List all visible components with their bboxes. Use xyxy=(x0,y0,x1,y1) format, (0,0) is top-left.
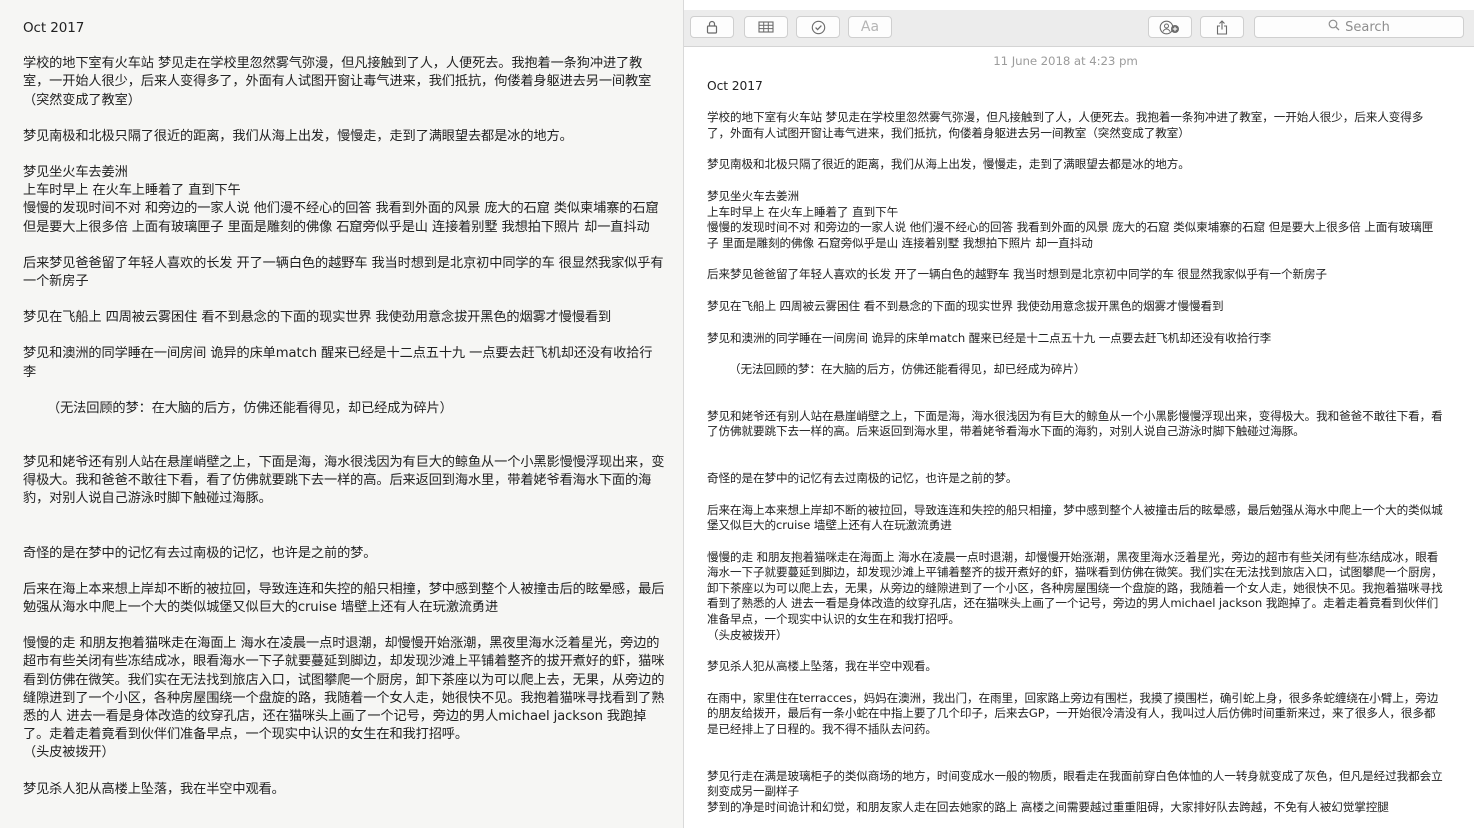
search-icon xyxy=(1328,19,1340,35)
note-editor-pane[interactable]: Oct 2017 学校的地下室有火车站 梦见走在学校里忽然雾气弥漫，但凡接触到了… xyxy=(0,0,683,828)
note-view-pane: Aa Search 11 June 2018 at 4:23 pm Oct 20… xyxy=(684,0,1474,828)
note-paragraph: 后来在海上本来想上岸却不断的被拉回，导致连连和失控的船只相撞，梦中感到整个人被撞… xyxy=(23,581,665,616)
search-input[interactable]: Search xyxy=(1254,16,1464,38)
note-paragraph: 学校的地下室有火车站 梦见走在学校里忽然雾气弥漫，但凡接触到了人，人便死去。我抱… xyxy=(707,110,1424,140)
note-paragraph: 梦见行走在满是玻璃柜子的类似商场的地方，时间变成水一般的物质，眼看走在我面前穿白… xyxy=(707,768,1443,814)
note-paragraph: 梦见和姥爷还有别人站在悬崖峭壁之上，下面是海，海水很浅因为有巨大的鲸鱼从一个小黑… xyxy=(707,408,1443,439)
lock-icon xyxy=(706,20,718,34)
note-paragraph: 梦见杀人犯从高楼上坠落，我在半空中观看。 xyxy=(707,659,937,674)
note-paragraph: 梦见在飞船上 四周被云雾困住 看不到悬念的下面的现实世界 我使劲用意念拔开黑色的… xyxy=(23,310,612,326)
note-paragraph: 奇怪的是在梦中的记忆有去过南极的记忆，也许是之前的梦。 xyxy=(23,545,377,561)
note-paragraph: 梦见坐火车去姜洲 上车时早上 在火车上睡着了 直到下午 慢慢的发现时间不对 和旁… xyxy=(707,188,1434,250)
note-paragraph: 慢慢的走 和朋友抱着猫咪走在海面上 海水在凌晨一点时退潮，却慢慢开始涨潮，黑夜里… xyxy=(23,636,665,761)
note-paragraph: 学校的地下室有火车站 梦见走在学校里忽然雾气弥漫，但凡接触到了人，人便死去。我抱… xyxy=(23,56,652,108)
note-paragraph: 梦见南极和北极只隔了很近的距离，我们从海上出发，慢慢走，走到了满眼望去都是冰的地… xyxy=(23,128,573,144)
note-title: Oct 2017 xyxy=(23,20,85,36)
add-people-button[interactable] xyxy=(1148,16,1192,38)
format-button[interactable]: Aa xyxy=(848,16,892,38)
note-paragraph: 梦见在飞船上 四周被云雾困住 看不到悬念的下面的现实世界 我使劲用意念拔开黑色的… xyxy=(707,298,1224,313)
note-paragraph: 在雨中，家里住在terracces，妈妈在澳洲，我出门，在雨里，回家路上旁边有围… xyxy=(707,690,1439,737)
table-icon xyxy=(758,21,774,33)
format-label: Aa xyxy=(860,19,880,35)
note-paragraph: 后来梦见爸爸留了年轻人喜欢的长发 开了一辆白色的越野车 我当时想到是北京初中同学… xyxy=(23,255,664,290)
note-paragraph: （无法回顾的梦：在大脑的后方，仿佛还能看得见，却已经成为碎片） xyxy=(729,362,1086,377)
note-view-body[interactable]: 11 June 2018 at 4:23 pm Oct 2017 学校的地下室有… xyxy=(707,46,1444,815)
share-icon xyxy=(1216,19,1228,35)
note-editor-body[interactable]: Oct 2017 学校的地下室有火车站 梦见走在学校里忽然雾气弥漫，但凡接触到了… xyxy=(0,0,683,799)
note-paragraph: 梦见杀人犯从高楼上坠落，我在半空中观看。 xyxy=(23,781,285,797)
add-person-icon xyxy=(1159,20,1181,35)
note-timestamp: 11 June 2018 at 4:23 pm xyxy=(993,54,1138,68)
lock-button[interactable] xyxy=(690,16,734,38)
toolbar: Aa Search xyxy=(684,10,1474,47)
note-paragraph: 梦见坐火车去姜洲 上车时早上 在火车上睡着了 直到下午 慢慢的发现时间不对 和旁… xyxy=(23,165,659,235)
note-paragraph: 慢慢的走 和朋友抱着猫咪走在海面上 海水在凌晨一点时退潮，却慢慢开始涨潮，黑夜里… xyxy=(707,549,1443,642)
search-placeholder: Search xyxy=(1345,19,1390,35)
note-title: Oct 2017 xyxy=(707,78,763,93)
checklist-button[interactable] xyxy=(796,16,840,38)
note-paragraph: 奇怪的是在梦中的记忆有去过南极的记忆，也许是之前的梦。 xyxy=(707,470,1018,485)
note-paragraph: 梦见南极和北极只隔了很近的距离，我们从海上出发，慢慢走，走到了满眼望去都是冰的地… xyxy=(707,157,1190,172)
checkmark-circle-icon xyxy=(811,20,826,35)
note-paragraph: 梦见和澳洲的同学睡在一间房间 诡异的床单match 醒来已经是十二点五十九 一点… xyxy=(23,346,653,380)
note-paragraph: 梦见和姥爷还有别人站在悬崖峭壁之上，下面是海，海水很浅因为有巨大的鲸鱼从一个小黑… xyxy=(23,455,665,507)
share-button[interactable] xyxy=(1200,16,1244,38)
note-paragraph: 梦见和澳洲的同学睡在一间房间 诡异的床单match 醒来已经是十二点五十九 一点… xyxy=(707,330,1272,345)
note-paragraph: （无法回顾的梦：在大脑的后方，仿佛还能看得见，却已经成为碎片） xyxy=(47,400,453,416)
note-paragraph: 后来在海上本来想上岸却不断的被拉回，导致连连和失控的船只相撞，梦中感到整个人被撞… xyxy=(707,502,1443,533)
note-paragraph: 后来梦见爸爸留了年轻人喜欢的长发 开了一辆白色的越野车 我当时想到是北京初中同学… xyxy=(707,267,1327,282)
table-button[interactable] xyxy=(744,16,788,38)
